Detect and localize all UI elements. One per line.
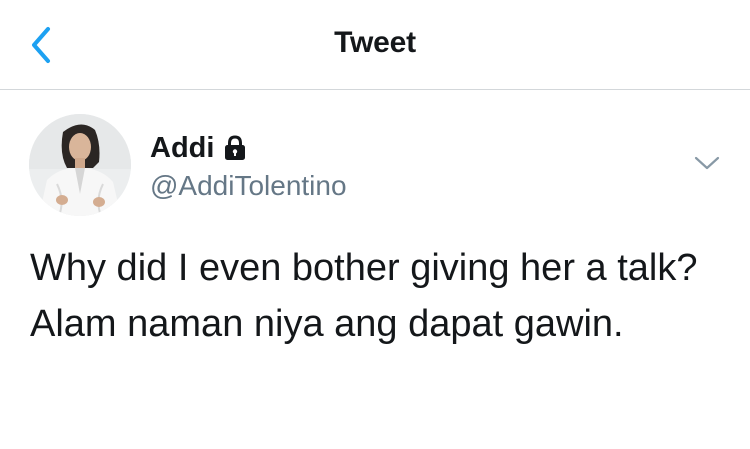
tweet-menu-button[interactable] xyxy=(690,150,724,176)
tweet-detail: Addi @AddiTolentino Why did I even bothe… xyxy=(0,90,750,449)
lock-icon xyxy=(225,135,246,160)
page-title: Tweet xyxy=(334,26,416,59)
author-name-row: Addi xyxy=(150,130,246,166)
avatar[interactable] xyxy=(29,114,131,216)
username[interactable]: @AddiTolentino xyxy=(150,170,347,202)
tweet-text: Why did I even bother giving her a talk?… xyxy=(30,247,698,345)
display-name[interactable]: Addi xyxy=(150,132,214,165)
navigation-bar: Tweet xyxy=(0,0,750,90)
chevron-down-icon xyxy=(694,156,720,170)
avatar-photo xyxy=(29,114,131,216)
